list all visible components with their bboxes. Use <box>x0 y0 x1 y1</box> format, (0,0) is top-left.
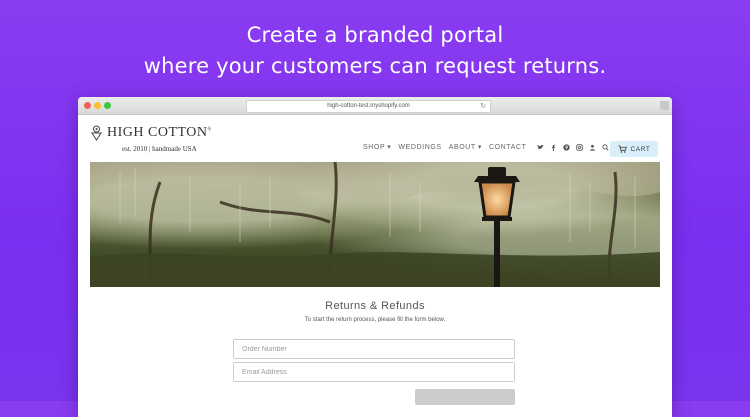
headline-line-2: where your customers can request returns… <box>143 54 607 78</box>
nav-about[interactable]: ABOUT <box>449 144 476 151</box>
minimize-window-button[interactable] <box>94 102 101 109</box>
store-header: HIGH COTTON® est. 2010 | handmade USA SH… <box>78 115 672 161</box>
brand-tagline: est. 2010 | handmade USA <box>122 145 197 153</box>
instagram-icon[interactable] <box>576 143 584 151</box>
cart-icon <box>618 145 627 153</box>
cart-button[interactable]: CART <box>610 141 658 157</box>
account-icon[interactable] <box>589 144 596 151</box>
cotton-crest-icon <box>91 125 102 141</box>
returns-intro: To start the return process, please fill… <box>304 317 446 323</box>
facebook-icon[interactable] <box>550 144 557 151</box>
chevron-down-icon[interactable]: ▾ <box>387 143 391 151</box>
pinterest-icon[interactable] <box>563 143 571 151</box>
returns-title: Returns & Refunds <box>325 300 425 312</box>
browser-window: high-cotton-test.myshopify.com ↻ HIGH CO… <box>78 97 672 417</box>
brand-name: HIGH COTTON® <box>107 125 212 140</box>
nav-shop[interactable]: SHOP <box>363 144 385 151</box>
reload-icon[interactable]: ↻ <box>480 101 486 112</box>
social-links <box>537 143 610 151</box>
nav-contact[interactable]: CONTACT <box>489 144 527 151</box>
marketing-headline: Create a branded portal where your custo… <box>0 20 750 82</box>
email-address-input[interactable] <box>233 362 515 382</box>
url-text: high-cotton-test.myshopify.com <box>327 103 410 109</box>
search-icon[interactable] <box>602 143 610 151</box>
twitter-icon[interactable] <box>537 144 545 151</box>
returns-form: Returns & Refunds To start the return pr… <box>78 290 672 417</box>
cart-label: CART <box>630 145 651 153</box>
hero-photo-lantern <box>90 162 660 287</box>
chevron-down-icon[interactable]: ▾ <box>478 143 482 151</box>
browser-toolbar: high-cotton-test.myshopify.com ↻ <box>78 97 672 115</box>
store-nav: SHOP ▾ WEDDINGS ABOUT ▾ CONTACT <box>363 143 610 151</box>
submit-button[interactable] <box>415 389 515 405</box>
maximize-window-button[interactable] <box>104 102 111 109</box>
sidebar-toggle-icon[interactable] <box>660 101 669 110</box>
trademark-mark: ® <box>207 127 212 133</box>
nav-weddings[interactable]: WEDDINGS <box>398 144 441 151</box>
close-window-button[interactable] <box>84 102 91 109</box>
headline-line-1: Create a branded portal <box>246 23 504 47</box>
order-number-input[interactable] <box>233 339 515 359</box>
hero-image <box>90 162 660 287</box>
address-bar[interactable]: high-cotton-test.myshopify.com ↻ <box>246 100 491 113</box>
